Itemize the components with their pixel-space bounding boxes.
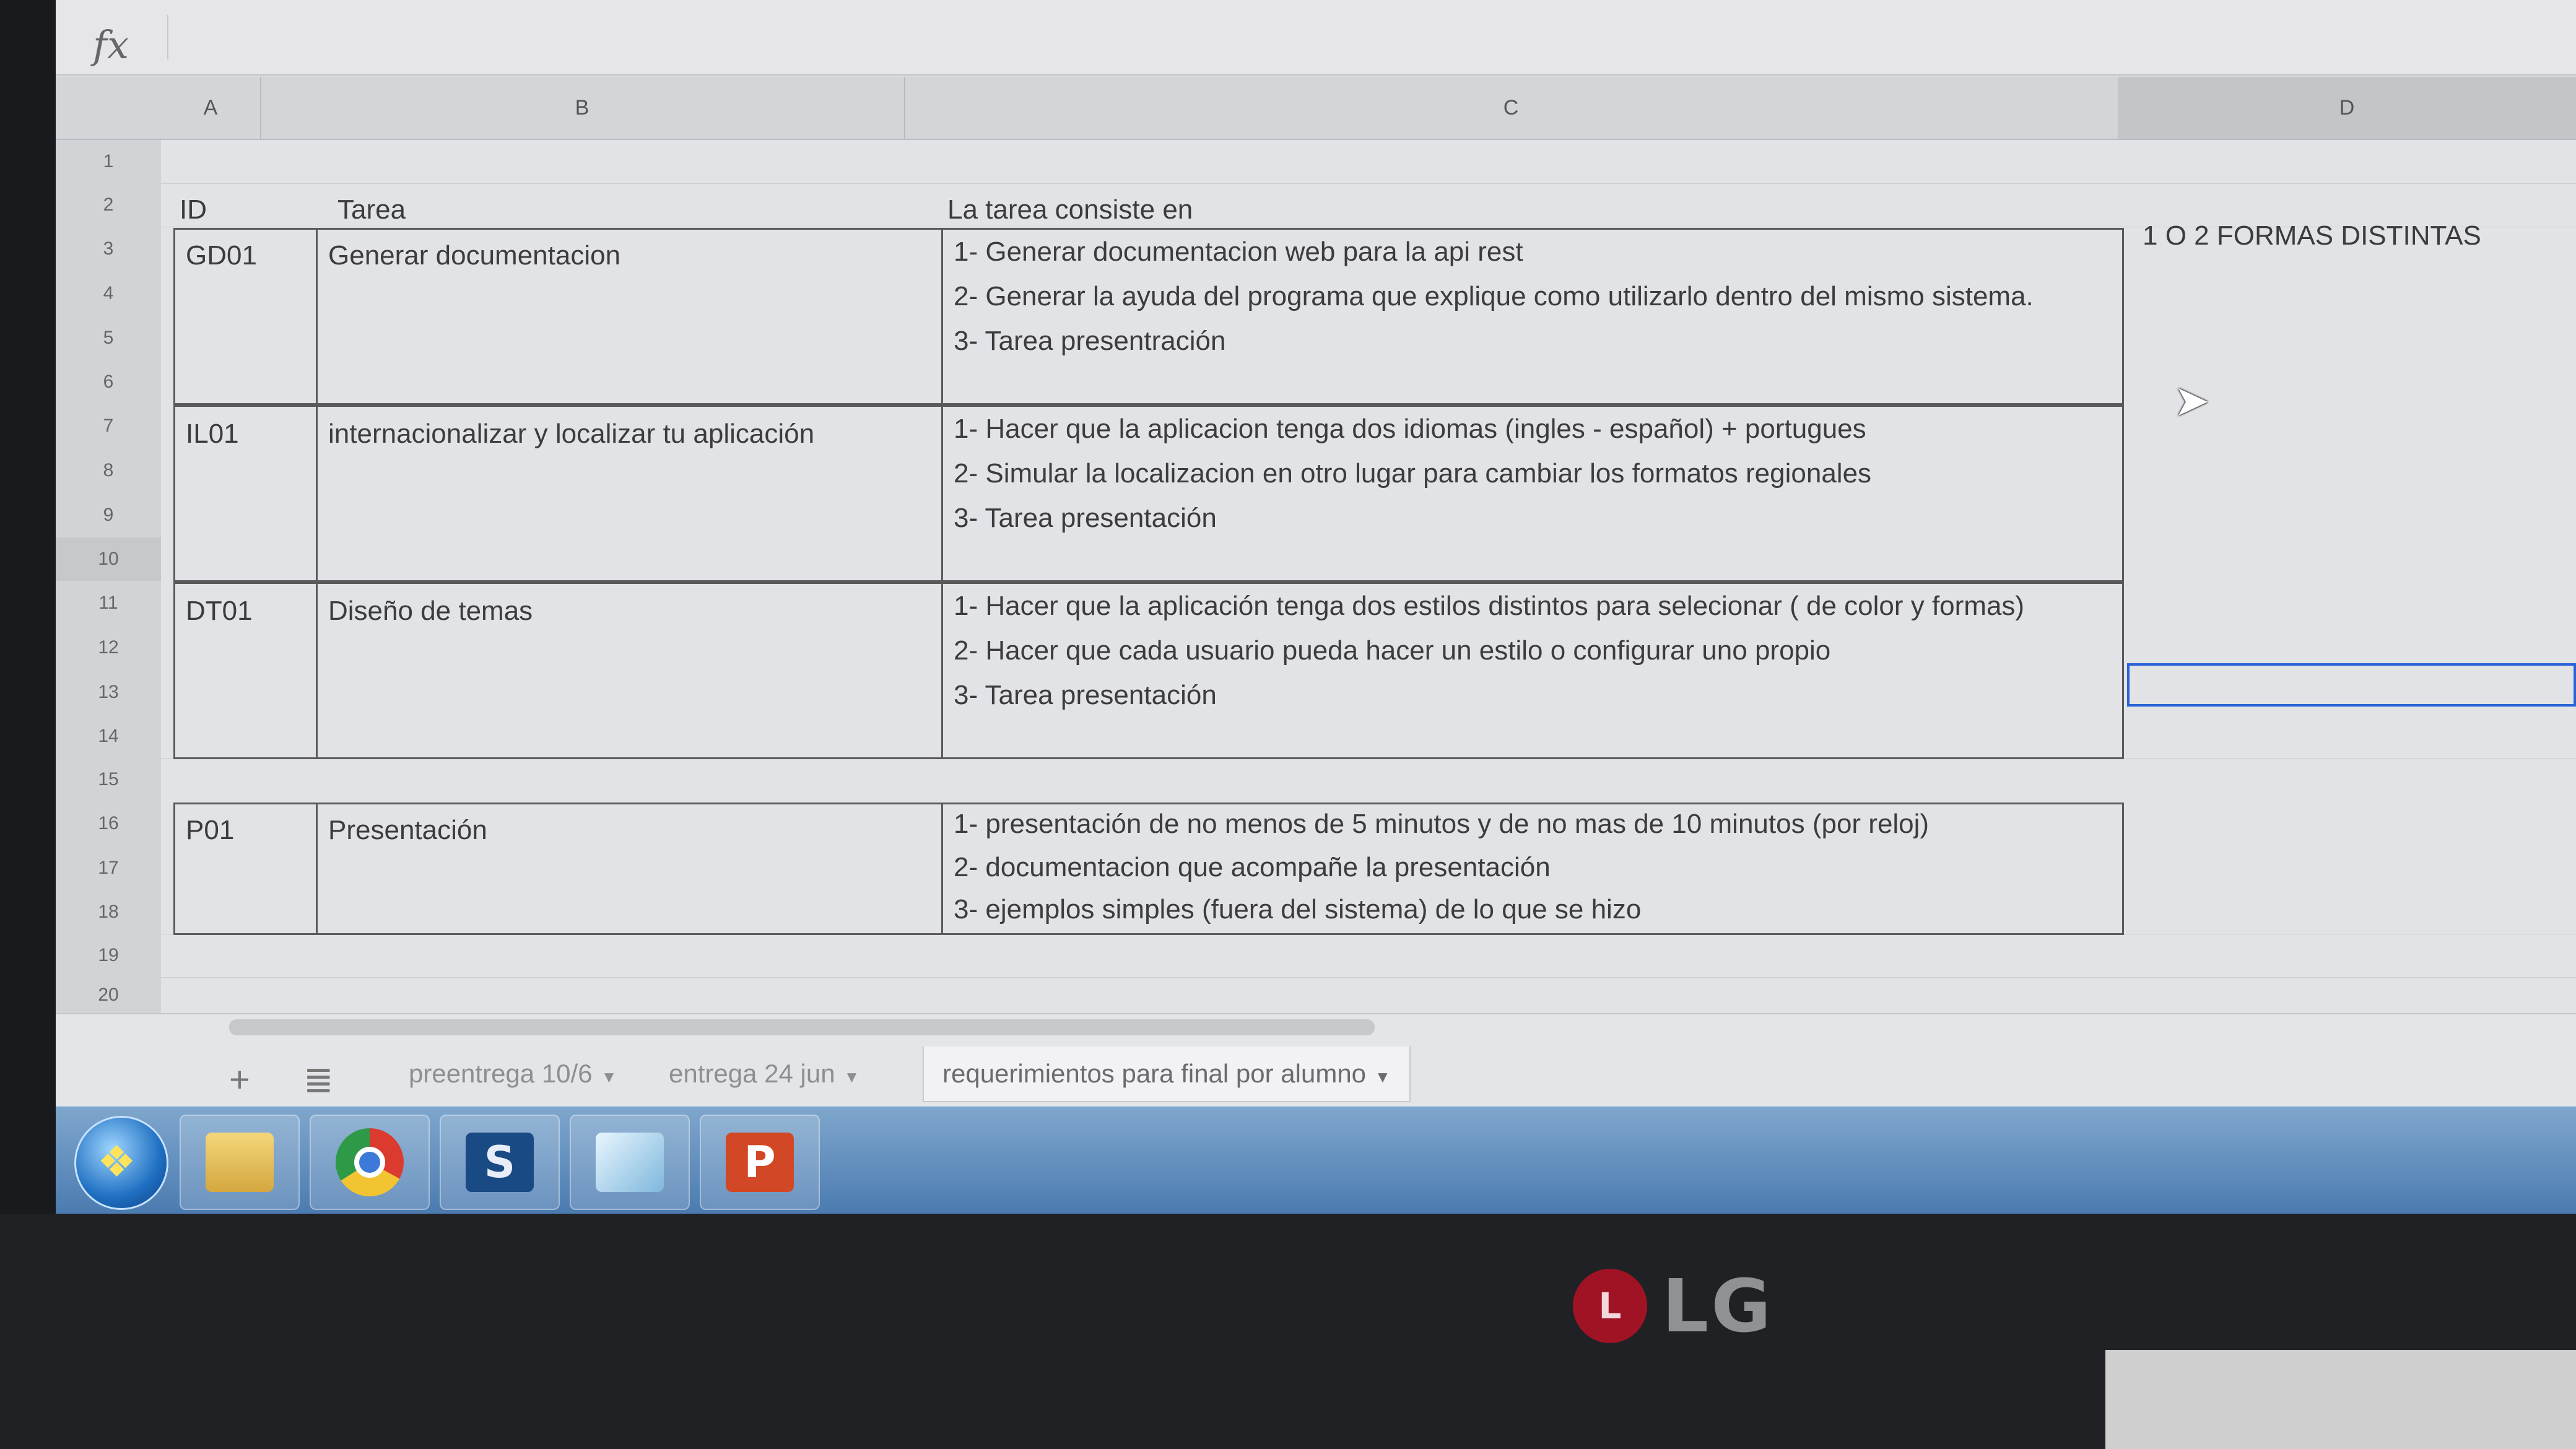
sheet-tab-label: requerimientos para final por alumno [942,1059,1367,1088]
task-step[interactable]: 2- Generar la ayuda del programa que exp… [954,281,2034,312]
row-header[interactable]: 5 [56,316,161,361]
row-header[interactable]: 15 [56,758,161,802]
row-header[interactable]: 12 [56,625,161,671]
task-step[interactable]: 3- Tarea presentación [954,503,1217,534]
column-header-a[interactable]: A [161,77,261,139]
row-header[interactable]: 7 [56,404,161,449]
s-app-icon: S [466,1133,534,1192]
row-header[interactable]: 13 [56,670,161,715]
task-note[interactable]: 1 O 2 FORMAS DISTINTAS [2143,220,2481,251]
row-header[interactable]: 18 [56,890,161,934]
task-id[interactable]: DT01 [186,596,253,627]
column-header-bar: A B C D [56,77,2576,140]
screen: fx A B C D 1 2 3 4 5 6 7 8 9 10 11 12 13… [56,0,2576,1214]
taskbar-chrome[interactable] [310,1115,430,1210]
sheet-tab-active[interactable]: requerimientos para final por alumno ▼ [923,1046,1411,1102]
row-header[interactable]: 11 [56,581,161,626]
row-header[interactable]: 6 [56,360,161,404]
column-header-d[interactable]: D [2118,77,2576,139]
header-task[interactable]: Tarea [337,194,406,225]
column-border [316,228,318,405]
taskbar-s-app[interactable]: S [440,1115,560,1210]
notes-icon [596,1133,664,1192]
lg-logo: L LG [1573,1263,1773,1349]
row-header[interactable]: 16 [56,801,161,846]
task-name[interactable]: Presentación [328,815,487,846]
sheet-tabs-bar: + ≣ preentrega 10/6 ▼ entrega 24 jun ▼ req… [56,1013,2576,1107]
selected-cell[interactable] [2127,663,2576,707]
monitor: fx A B C D 1 2 3 4 5 6 7 8 9 10 11 12 13… [0,0,2576,1449]
spreadsheet-grid[interactable]: 1 2 3 4 5 6 7 8 9 10 11 12 13 14 15 16 1… [56,140,2576,1014]
sheet-tab-label: preentrega 10/6 [409,1059,593,1088]
header-id[interactable]: ID [180,194,207,225]
powerpoint-icon: P [726,1133,794,1192]
gridline [161,183,2576,184]
task-name[interactable]: internacionalizar y localizar tu aplicac… [328,419,814,450]
column-header-b[interactable]: B [260,77,905,139]
chevron-down-icon[interactable]: ▼ [1375,1068,1391,1086]
task-step[interactable]: 1- Generar documentacion web para la api… [954,237,1523,268]
task-step[interactable]: 2- documentacion que acompañe la present… [954,852,1551,883]
fx-icon: fx [93,22,129,67]
column-border [941,228,943,405]
column-border [316,803,318,935]
row-header[interactable]: 2 [56,183,161,227]
chrome-icon [336,1128,404,1196]
start-button[interactable]: ❖ [74,1116,168,1210]
horizontal-scrollbar[interactable] [229,1019,1375,1035]
row-header[interactable]: 8 [56,448,161,494]
add-sheet-button[interactable]: + [229,1059,250,1100]
task-id[interactable]: GD01 [186,240,257,271]
taskbar-explorer[interactable] [180,1115,300,1210]
row-header[interactable]: 10 [56,537,161,581]
task-step[interactable]: 1- presentación de no menos de 5 minutos… [954,809,1929,840]
mouse-cursor-icon: ➤ [2174,376,2210,425]
column-border [941,582,943,759]
windows-taskbar: ❖ S P [56,1106,2576,1214]
row-header[interactable]: 20 [56,977,161,1014]
row-header[interactable]: 17 [56,846,161,891]
desk-surface [2105,1350,2576,1449]
lg-circle-icon: L [1573,1269,1647,1343]
formula-input[interactable] [167,15,2559,59]
chevron-down-icon[interactable]: ▼ [844,1068,860,1086]
sheet-tab-label: entrega 24 jun [669,1059,835,1088]
gridline [161,977,2576,978]
task-step[interactable]: 3- Tarea presentración [954,326,1225,357]
column-header-c[interactable]: C [904,77,2119,139]
lg-brand-text: LG [1662,1263,1774,1349]
row-header[interactable]: 14 [56,715,161,759]
taskbar-notes[interactable] [570,1115,690,1210]
formula-bar: fx [56,0,2576,76]
windows-logo-icon: ❖ [97,1138,136,1186]
task-step[interactable]: 2- Hacer que cada usuario pueda hacer un… [954,635,1830,666]
sheet-tab[interactable]: entrega 24 jun ▼ [650,1046,878,1101]
folder-icon [206,1133,274,1192]
column-border [316,582,318,759]
task-step[interactable]: 3- ejemplos simples (fuera del sistema) … [954,894,1641,925]
column-border [316,405,318,582]
task-step[interactable]: 3- Tarea presentación [954,680,1217,711]
column-border [941,803,943,935]
all-sheets-button[interactable]: ≣ [303,1059,334,1101]
column-border [941,405,943,582]
header-description[interactable]: La tarea consiste en [947,194,1193,225]
taskbar-powerpoint[interactable]: P [700,1115,820,1210]
chevron-down-icon[interactable]: ▼ [601,1068,617,1086]
task-step[interactable]: 1- Hacer que la aplicación tenga dos est… [954,591,2024,622]
task-step[interactable]: 1- Hacer que la aplicacion tenga dos idi… [954,414,1866,445]
row-header[interactable]: 19 [56,934,161,978]
task-step[interactable]: 2- Simular la localizacion en otro lugar… [954,458,1871,489]
row-header[interactable]: 9 [56,493,161,538]
task-id[interactable]: P01 [186,815,234,846]
row-header[interactable]: 4 [56,271,161,316]
sheet-tab[interactable]: preentrega 10/6 ▼ [390,1046,635,1101]
task-name[interactable]: Diseño de temas [328,596,533,627]
row-header[interactable]: 1 [56,140,161,184]
task-id[interactable]: IL01 [186,419,239,450]
row-header[interactable]: 3 [56,227,161,272]
task-name[interactable]: Generar documentacion [328,240,620,271]
